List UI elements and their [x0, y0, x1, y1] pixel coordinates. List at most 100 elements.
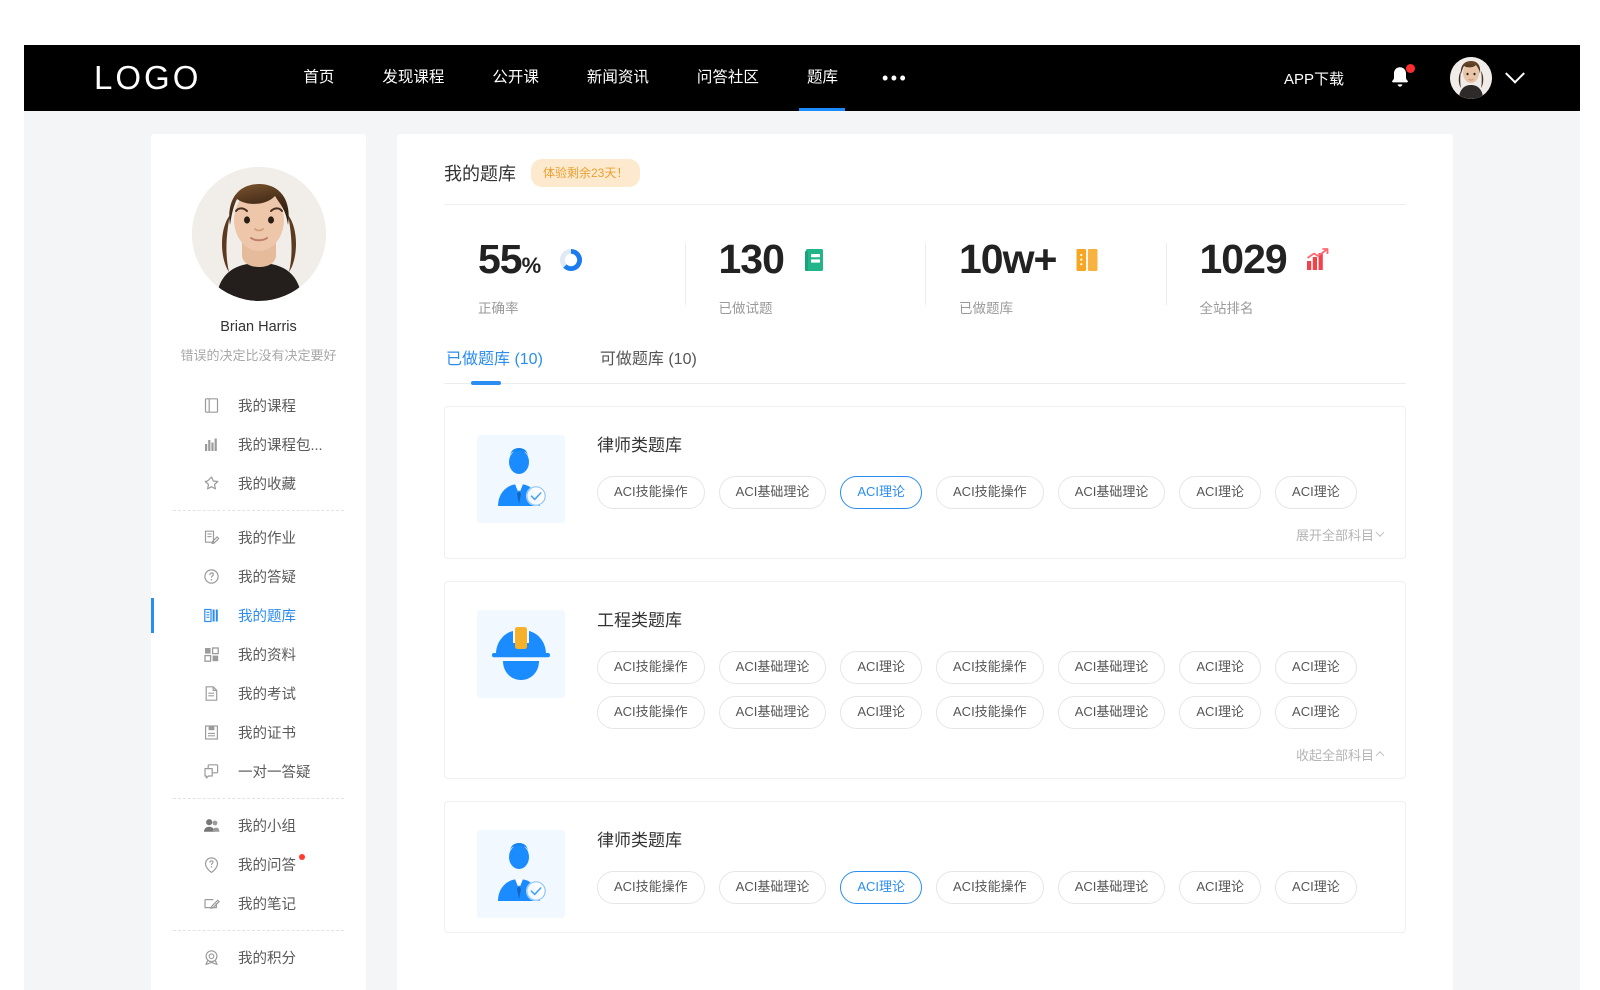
subject-chip[interactable]: ACI理论 [1179, 476, 1261, 509]
sidebar-item-label: 我的考试 [238, 683, 296, 704]
nav-item-4[interactable]: 新闻资讯 [563, 45, 673, 111]
subject-chip[interactable]: ACI理论 [840, 871, 922, 904]
sidebar-item-7[interactable]: 我的题库 [151, 596, 366, 635]
stat-label: 已做题库 [959, 297, 1166, 317]
chevron-down-icon [1376, 529, 1384, 537]
sidebar-item-17[interactable]: 我的积分 [151, 938, 366, 977]
stat-value-row: 55% [478, 239, 685, 280]
exam-icon [203, 685, 220, 702]
card-body: 工程类题库ACI技能操作ACI基础理论ACI理论ACI技能操作ACI基础理论AC… [597, 606, 1383, 764]
sidebar-item-5[interactable]: 我的作业 [151, 518, 366, 557]
header-avatar[interactable] [1450, 57, 1492, 99]
subject-chip[interactable]: ACI理论 [840, 476, 922, 509]
sidebar-item-label: 我的作业 [238, 527, 296, 548]
card-footer: 收起全部科目 [597, 745, 1383, 764]
page-body: Brian Harris 错误的决定比没有决定要好 我的课程我的课程包...我的… [24, 111, 1580, 990]
subject-chip[interactable]: ACI技能操作 [597, 696, 705, 729]
subject-chip[interactable]: ACI技能操作 [936, 651, 1044, 684]
subject-chip[interactable]: ACI基础理论 [719, 651, 827, 684]
certificate-icon [203, 724, 220, 741]
subject-chip[interactable]: ACI理论 [1179, 696, 1261, 729]
nav-item-5[interactable]: 问答社区 [673, 45, 783, 111]
sidebar-item-1[interactable]: 我的课程 [151, 386, 366, 425]
orange-book-icon [1074, 247, 1100, 273]
sidebar-item-2[interactable]: 我的课程包... [151, 425, 366, 464]
nav-item-3[interactable]: 公开课 [468, 45, 563, 111]
subject-chip[interactable]: ACI理论 [1275, 871, 1357, 904]
hardhat-icon [477, 610, 565, 698]
nav-item-1[interactable]: 首页 [279, 45, 358, 111]
card-body: 律师类题库ACI技能操作ACI基础理论ACI理论ACI技能操作ACI基础理论AC… [597, 826, 1383, 918]
sidebar-item-13[interactable]: 我的小组 [151, 806, 366, 845]
star-icon [203, 475, 220, 492]
nav-item-6[interactable]: 题库 [783, 45, 862, 111]
sidebar-item-8[interactable]: 我的资料 [151, 635, 366, 674]
stat-value: 10w+ [959, 239, 1056, 280]
green-book-icon [802, 247, 828, 273]
subject-chip[interactable]: ACI基础理论 [719, 696, 827, 729]
subject-chip[interactable]: ACI技能操作 [597, 651, 705, 684]
tab-2[interactable]: 可做题库 (10) [598, 345, 699, 383]
sidebar-item-10[interactable]: 我的证书 [151, 713, 366, 752]
subject-chip[interactable]: ACI技能操作 [936, 696, 1044, 729]
stat-number: 10w+ [959, 236, 1056, 282]
subject-chip[interactable]: ACI技能操作 [597, 871, 705, 904]
sidebar-item-9[interactable]: 我的考试 [151, 674, 366, 713]
stat-card-2: 130 已做试题 [685, 239, 926, 317]
sidebar-item-label: 我的小组 [238, 815, 296, 836]
sidebar-item-11[interactable]: 一对一答疑 [151, 752, 366, 791]
tab-1[interactable]: 已做题库 (10) [444, 345, 545, 383]
stat-card-1: 55%正确率 [444, 239, 685, 317]
stat-value-row: 10w+ [959, 239, 1166, 280]
header-right-group: APP下载 [1284, 57, 1522, 99]
sidebar-item-label: 我的课程包... [238, 434, 323, 455]
sidebar-item-14[interactable]: 我的问答 [151, 845, 366, 884]
stat-value-row: 130 [719, 239, 926, 280]
nav-item-2[interactable]: 发现课程 [358, 45, 468, 111]
subject-chip[interactable]: ACI基础理论 [719, 476, 827, 509]
subject-chip[interactable]: ACI基础理论 [1058, 696, 1166, 729]
sidebar-divider [173, 510, 344, 511]
subject-chip[interactable]: ACI基础理论 [1058, 476, 1166, 509]
sidebar-item-label: 我的收藏 [238, 473, 296, 494]
subject-chip[interactable]: ACI理论 [1275, 476, 1357, 509]
subject-chip[interactable]: ACI理论 [1275, 696, 1357, 729]
subject-chip[interactable]: ACI基础理论 [719, 871, 827, 904]
stat-number: 55 [478, 236, 522, 282]
notifications-button[interactable] [1388, 65, 1412, 91]
subject-chip[interactable]: ACI技能操作 [936, 476, 1044, 509]
site-logo[interactable]: LOGO [94, 59, 201, 97]
sidebar-item-label: 我的积分 [238, 947, 296, 968]
subject-chip-row: ACI技能操作 ACI基础理论 ACI理论 ACI技能操作 ACI基础理论 ACI理论 AC… [597, 651, 1383, 684]
user-photo-icon [192, 167, 326, 301]
donut-chart-icon [558, 247, 584, 273]
subject-chip[interactable]: ACI基础理论 [1058, 651, 1166, 684]
sidebar-item-6[interactable]: 我的答疑 [151, 557, 366, 596]
subject-chip[interactable]: ACI基础理论 [1058, 871, 1166, 904]
sidebar-item-15[interactable]: 我的笔记 [151, 884, 366, 923]
toggle-subjects-link[interactable]: 收起全部科目 [1296, 745, 1383, 764]
stat-value: 1029 [1200, 239, 1287, 280]
nav-more-button[interactable]: ••• [862, 45, 926, 111]
chevron-down-icon[interactable] [1505, 64, 1525, 84]
subject-chip[interactable]: ACI技能操作 [597, 476, 705, 509]
app-download-link[interactable]: APP下载 [1284, 68, 1344, 89]
trial-badge: 体验剩余23天！ [531, 159, 640, 187]
note-icon [203, 895, 220, 912]
subject-chip[interactable]: ACI技能操作 [936, 871, 1044, 904]
subject-chip[interactable]: ACI理论 [840, 696, 922, 729]
page-root: LOGO 首页发现课程公开课新闻资讯问答社区题库 ••• APP下载 [24, 45, 1580, 990]
stat-label: 已做试题 [719, 297, 926, 317]
sidebar-item-3[interactable]: 我的收藏 [151, 464, 366, 503]
subject-chip[interactable]: ACI理论 [1179, 651, 1261, 684]
user-motto: 错误的决定比没有决定要好 [151, 345, 366, 364]
stat-value: 130 [719, 239, 784, 280]
subject-chip[interactable]: ACI理论 [1179, 871, 1261, 904]
toggle-subjects-link[interactable]: 展开全部科目 [1296, 525, 1383, 544]
subject-chip[interactable]: ACI理论 [1275, 651, 1357, 684]
lawyer-avatar-icon [477, 830, 565, 918]
subject-chip[interactable]: ACI理论 [840, 651, 922, 684]
chat-icon [203, 763, 220, 780]
sidebar-item-badge-dot [299, 854, 305, 860]
group-icon [203, 817, 220, 834]
